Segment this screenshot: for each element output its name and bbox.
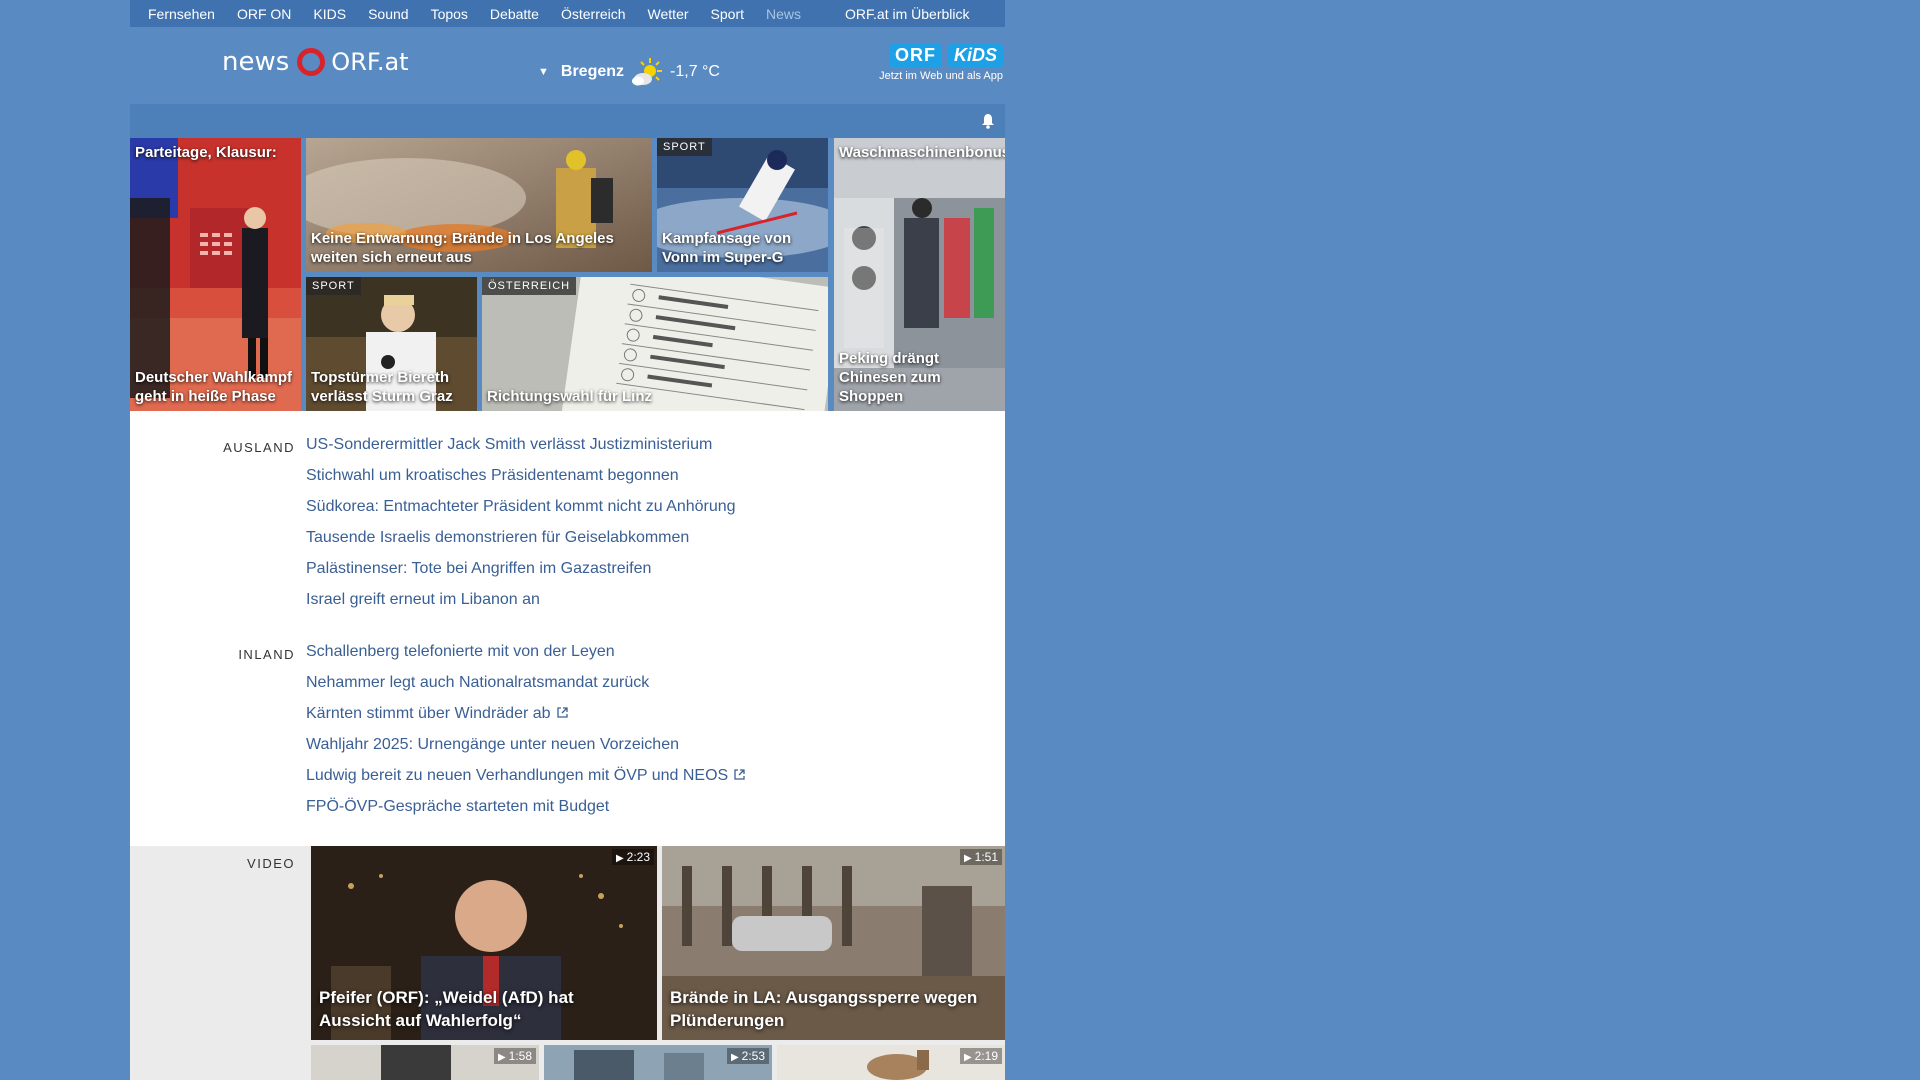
story-caption: Deutscher Wahlkampf geht in heiße Phase bbox=[135, 369, 292, 405]
video-tile[interactable]: ▶ 2:53 bbox=[544, 1045, 772, 1080]
news-link[interactable]: Palästinenser: Tote bei Angriffen im Gaz… bbox=[306, 553, 986, 584]
nav-oesterreich[interactable]: Österreich bbox=[550, 6, 637, 22]
ausland-list: US-Sonderermittler Jack Smith verlässt J… bbox=[306, 429, 986, 615]
sun-cloud-icon bbox=[630, 55, 664, 89]
news-link-external[interactable]: Kärnten stimmt über Windräder ab bbox=[306, 698, 986, 729]
news-link-text: Ludwig bereit zu neuen Verhandlungen mit… bbox=[306, 767, 729, 784]
news-link-external[interactable]: Ludwig bereit zu neuen Verhandlungen mit… bbox=[306, 760, 986, 791]
news-lists: AUSLAND US-Sonderermittler Jack Smith ve… bbox=[130, 411, 1005, 846]
story-caption: Peking drängt Chinesen zum Shoppen bbox=[839, 350, 941, 405]
story-caption: Richtungswahl für Linz bbox=[487, 388, 652, 405]
news-link[interactable]: Stichwahl um kroatisches Präsidentenamt … bbox=[306, 460, 986, 491]
news-link[interactable]: US-Sonderermittler Jack Smith verlässt J… bbox=[306, 429, 986, 460]
play-icon: ▶ bbox=[730, 1052, 739, 1063]
video-duration-text: 1:58 bbox=[508, 1049, 532, 1063]
bell-icon[interactable] bbox=[981, 113, 995, 129]
video-tile[interactable]: ▶ 1:58 bbox=[311, 1045, 539, 1080]
nav-overview[interactable]: ORF.at im Überblick bbox=[834, 6, 980, 22]
news-link[interactable]: Nehammer legt auch Nationalratsmandat zu… bbox=[306, 667, 986, 698]
video-tile[interactable]: ▶ 2:19 bbox=[777, 1045, 1005, 1080]
story-caption: Kampfansage von Vonn im Super-G bbox=[662, 230, 792, 266]
play-icon: ▶ bbox=[497, 1052, 506, 1063]
play-icon: ▶ bbox=[615, 853, 624, 864]
site-logo[interactable]: news ORF.at bbox=[222, 47, 409, 77]
nav-orf-on[interactable]: ORF ON bbox=[226, 6, 302, 22]
logo-news-text: news bbox=[222, 47, 290, 77]
video-duration-text: 2:23 bbox=[626, 850, 650, 864]
video-duration: ▶ 2:53 bbox=[726, 1048, 769, 1064]
top-navigation: Fernsehen ORF ON KIDS Sound Topos Debatt… bbox=[130, 0, 1005, 27]
weather-city: Bregenz bbox=[560, 63, 625, 80]
story-kicker: Waschmaschinenbonus: bbox=[839, 144, 1005, 161]
orf-ring-icon bbox=[297, 48, 326, 76]
weather-widget[interactable]: ▼ Bregenz -1,7 °C bbox=[538, 55, 720, 89]
video-tile[interactable]: ▶ 2:23 Pfeifer (ORF): „Weidel (AfD) hat A… bbox=[311, 846, 657, 1040]
news-link[interactable]: Wahljahr 2025: Urnengänge unter neuen Vo… bbox=[306, 729, 986, 760]
news-link[interactable]: Südkorea: Entmachteter Präsident kommt n… bbox=[306, 491, 986, 522]
news-link[interactable]: FPÖ-ÖVP-Gespräche starteten mit Budget bbox=[306, 791, 986, 822]
logo-orf-text: ORF.at bbox=[331, 48, 409, 76]
nav-wetter[interactable]: Wetter bbox=[637, 6, 700, 22]
site-header: news ORF.at ▼ Bregenz -1,7 °C ORF KiDS J… bbox=[130, 27, 1005, 104]
kids-logo: KiDS bbox=[947, 44, 1003, 67]
story-category-badge: ÖSTERREICH bbox=[482, 277, 577, 295]
story-tile[interactable]: Keine Entwarnung: Brände in Los Angeles … bbox=[306, 138, 652, 272]
video-section: VIDEO ▶ 2:23 Pfeifer (ORF): „Weidel (AfD)… bbox=[130, 846, 1005, 1080]
story-caption: Keine Entwarnung: Brände in Los Angeles … bbox=[311, 230, 614, 266]
external-link-icon bbox=[556, 707, 568, 718]
video-duration-text: 2:53 bbox=[741, 1049, 765, 1063]
news-link[interactable]: Schallenberg telefonierte mit von der Le… bbox=[306, 636, 986, 667]
video-duration-text: 2:19 bbox=[974, 1049, 998, 1063]
story-kicker: Parteitage, Klausur: bbox=[135, 144, 277, 161]
nav-news[interactable]: News bbox=[755, 6, 812, 22]
news-link[interactable]: Israel greift erneut im Libanon an bbox=[306, 584, 986, 615]
kids-tagline: Jetzt im Web und als App bbox=[879, 70, 1003, 82]
story-tile[interactable]: SPORT Topstürmer Biereth verlässt Sturm … bbox=[306, 277, 477, 411]
orf-logo: ORF bbox=[888, 44, 942, 67]
story-tile[interactable]: Waschmaschinenbonus: Peking drängt Chine… bbox=[834, 138, 1005, 411]
video-duration: ▶ 1:58 bbox=[493, 1048, 536, 1064]
weather-temperature: -1,7 °C bbox=[670, 63, 720, 80]
video-tile[interactable]: ▶ 1:51 Brände in LA: Ausgangssperre wegen… bbox=[662, 846, 1005, 1040]
section-label-ausland: AUSLAND bbox=[223, 440, 295, 455]
video-duration-text: 1:51 bbox=[974, 850, 998, 864]
page: Fernsehen ORF ON KIDS Sound Topos Debatt… bbox=[130, 0, 1005, 1080]
video-caption: Pfeifer (ORF): „Weidel (AfD) hat Aussich… bbox=[319, 988, 574, 1030]
nav-topos[interactable]: Topos bbox=[420, 6, 479, 22]
section-label-video: VIDEO bbox=[247, 856, 295, 871]
inland-list: Schallenberg telefonierte mit von der Le… bbox=[306, 636, 986, 822]
story-category-badge: SPORT bbox=[306, 277, 361, 295]
story-caption: Topstürmer Biereth verlässt Sturm Graz bbox=[311, 369, 453, 405]
video-caption: Brände in LA: Ausgangssperre wegen Plünd… bbox=[670, 988, 978, 1030]
nav-sport[interactable]: Sport bbox=[700, 6, 755, 22]
video-duration: ▶ 1:51 bbox=[959, 849, 1002, 865]
story-category-badge: SPORT bbox=[657, 138, 712, 156]
video-duration: ▶ 2:19 bbox=[959, 1048, 1002, 1064]
external-link-icon bbox=[734, 769, 745, 780]
story-tile[interactable]: ÖSTERREICH Richtungswahl für Linz bbox=[482, 277, 828, 411]
news-link-text: Kärnten stimmt über Windräder ab bbox=[306, 705, 551, 722]
story-tile[interactable]: Parteitage, Klausur: Deutscher Wahlkampf… bbox=[130, 138, 301, 411]
orf-kids-promo[interactable]: ORF KiDS Jetzt im Web und als App bbox=[879, 44, 1003, 82]
nav-sound[interactable]: Sound bbox=[357, 6, 419, 22]
story-tile[interactable]: SPORT Kampfansage von Vonn im Super-G bbox=[657, 138, 828, 272]
play-icon: ▶ bbox=[963, 853, 972, 864]
nav-fernsehen[interactable]: Fernsehen bbox=[130, 6, 226, 22]
notification-bar bbox=[130, 104, 1005, 138]
video-duration: ▶ 2:23 bbox=[611, 849, 654, 865]
top-stories-grid: Parteitage, Klausur: Deutscher Wahlkampf… bbox=[130, 138, 1005, 411]
nav-kids[interactable]: KIDS bbox=[302, 6, 357, 22]
play-icon: ▶ bbox=[963, 1052, 972, 1063]
section-label-inland: INLAND bbox=[238, 647, 295, 662]
nav-debatte[interactable]: Debatte bbox=[479, 6, 550, 22]
news-link[interactable]: Tausende Israelis demonstrieren für Geis… bbox=[306, 522, 986, 553]
dropdown-triangle-icon[interactable]: ▼ bbox=[538, 66, 549, 78]
